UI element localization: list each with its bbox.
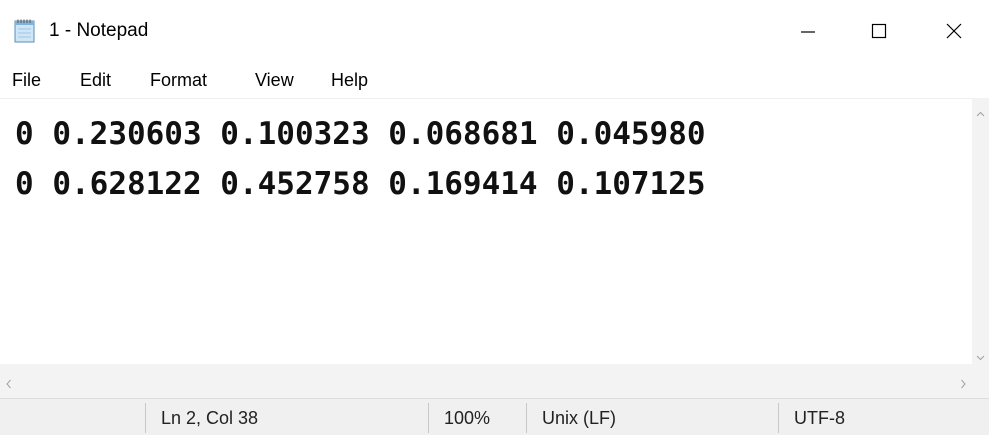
line-ending: Unix (LF) [542,408,617,428]
menu-file[interactable]: File [12,68,41,92]
vertical-scrollbar[interactable] [972,98,989,364]
editor-line: 0 0.628122 0.452758 0.169414 0.107125 [15,166,706,202]
editor-content[interactable]: 0 0.230603 0.100323 0.068681 0.045980 0 … [15,109,706,209]
title-bar[interactable]: 1 - Notepad [0,0,989,62]
status-divider [428,403,429,433]
status-divider [526,403,527,433]
close-icon [945,22,963,40]
zoom-level: 100% [444,408,491,428]
text-editor[interactable]: 0 0.230603 0.100323 0.068681 0.045980 0 … [0,98,972,365]
minimize-icon [800,23,816,39]
menu-bar: File Edit Format View Help [0,62,989,98]
status-bar: Ln 2, Col 38 100% Unix (LF) UTF-8 [0,398,989,435]
menu-format[interactable]: Format [150,68,207,92]
scrollbar-corner [972,364,989,398]
menu-help[interactable]: Help [331,68,368,92]
window-title: 1 - Notepad [49,20,149,41]
chevron-down-icon[interactable] [976,349,985,361]
chevron-up-icon[interactable] [976,106,985,117]
close-button[interactable] [919,0,989,62]
chevron-left-icon[interactable] [4,376,14,389]
editor-line: 0 0.230603 0.100323 0.068681 0.045980 [15,116,706,152]
menu-edit[interactable]: Edit [80,68,111,92]
maximize-icon [871,23,887,39]
maximize-button[interactable] [844,0,914,62]
status-divider [778,403,779,433]
chevron-right-icon[interactable] [958,376,968,389]
status-divider [145,403,146,433]
horizontal-scrollbar[interactable] [0,364,972,398]
menu-view[interactable]: View [255,68,294,92]
minimize-button[interactable] [773,0,843,62]
cursor-position: Ln 2, Col 38 [161,408,259,428]
notepad-icon [12,18,38,44]
notepad-window: 1 - Notepad File Edit Format View Help 0… [0,0,989,435]
encoding: UTF-8 [794,408,845,428]
